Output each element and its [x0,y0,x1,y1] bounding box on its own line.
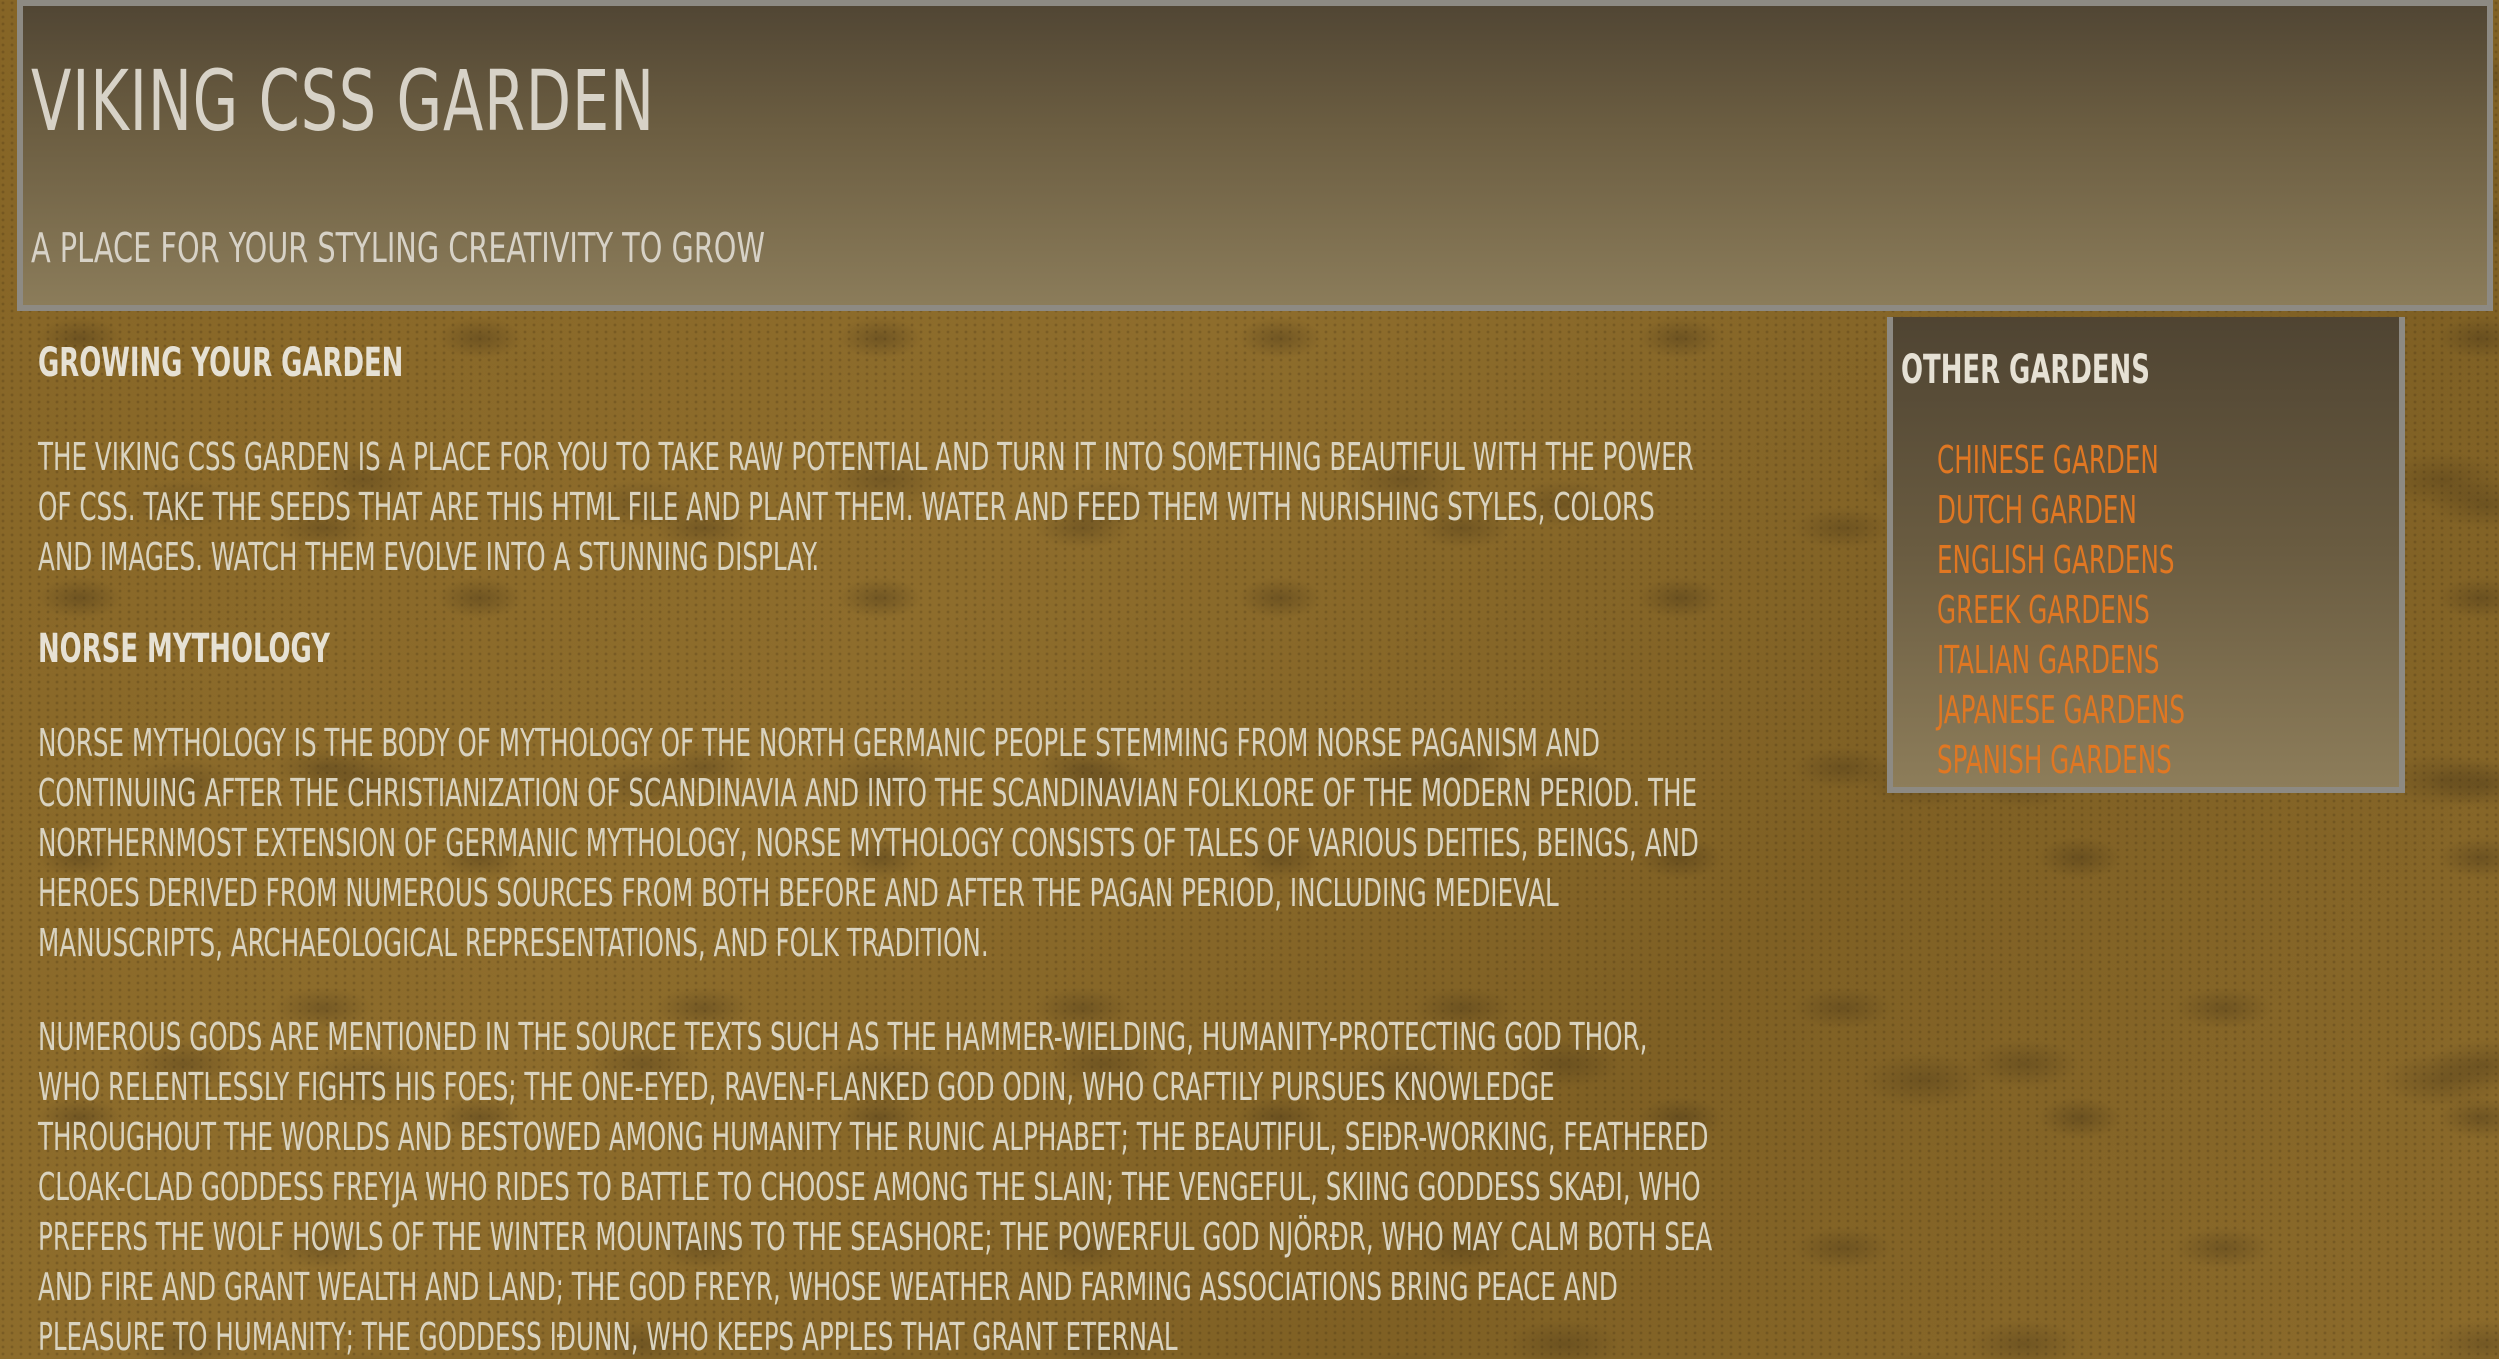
link-english-gardens[interactable]: English Gardens [1937,535,2175,585]
main-content: Growing Your Garden The Viking CSS Garde… [38,340,1778,1359]
list-item: Japanese Gardens [1937,685,2282,735]
link-greek-gardens[interactable]: Greek Gardens [1937,585,2150,635]
sidebar-other-gardens: Other Gardens Chinese Garden Dutch Garde… [1887,317,2405,793]
link-spanish-gardens[interactable]: Spanish Gardens [1937,735,2172,785]
link-dutch-garden[interactable]: Dutch Garden [1937,485,2137,535]
link-japanese-gardens[interactable]: Japanese Gardens [1937,685,2185,735]
paragraph-growing: The Viking CSS Garden is a place for you… [38,435,1694,579]
paragraph-norse-1: Norse mythology is the body of mythology… [38,721,1699,965]
site-title: Viking CSS Garden [31,52,655,150]
paragraph-norse-2: Numerous gods are mentioned in the sourc… [38,1015,1713,1359]
sidebar-heading: Other Gardens [1901,347,2150,393]
garden-link-list: Chinese Garden Dutch Garden English Gard… [1937,435,2282,785]
list-item: Spanish Gardens [1937,735,2282,785]
list-item: Greek Gardens [1937,585,2282,635]
link-chinese-garden[interactable]: Chinese Garden [1937,435,2159,485]
site-tagline: A place for your styling creativity to g… [31,224,765,272]
section-heading-norse: Norse Mythology [38,626,330,672]
site-header: Viking CSS Garden A place for your styli… [17,0,2493,311]
section-heading-growing: Growing Your Garden [38,340,404,386]
list-item: Italian Gardens [1937,635,2282,685]
list-item: Chinese Garden [1937,435,2282,485]
link-italian-gardens[interactable]: Italian Gardens [1937,635,2160,685]
list-item: English Gardens [1937,535,2282,585]
list-item: Dutch Garden [1937,485,2282,535]
